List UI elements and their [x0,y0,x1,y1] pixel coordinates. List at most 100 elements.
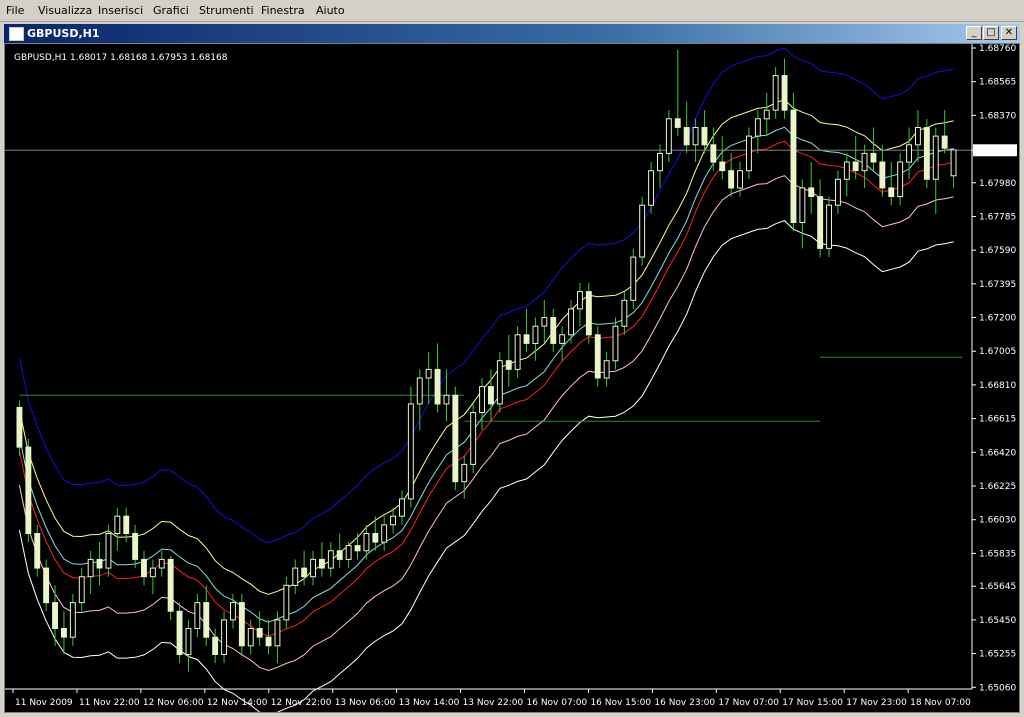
candle-body [941,135,948,149]
price-tick-label: 1.68370 [979,111,1016,121]
candle-body [43,567,50,604]
candle-body [505,360,512,370]
candle-body [906,144,912,163]
candle-body [808,187,815,197]
candle-body [78,576,85,604]
time-tick-label: 16 Nov 15:00 [590,698,651,708]
candle-body [746,135,752,172]
candle-body [327,550,334,569]
candle-body [87,558,94,578]
candle-body [772,75,779,111]
candle-body [710,144,717,163]
time-tick-label: 18 Nov 07:00 [910,698,971,708]
candle-body [141,558,147,578]
price-tick-label: 1.65255 [979,650,1016,660]
candle-body [630,256,637,301]
candle-body [612,325,619,362]
candle-body [532,325,539,345]
price-tick-label: 1.66420 [979,448,1016,458]
candle-body [132,533,139,560]
candle-body [728,170,735,189]
time-tick-label: 12 Nov 14:00 [207,698,268,708]
time-tick-label: 17 Nov 15:00 [782,698,843,708]
candle-body [363,533,370,552]
candle-body [870,152,877,163]
time-tick-label: 17 Nov 07:00 [718,698,779,708]
price-tick-label: 1.68168 [979,146,1016,156]
price-tick-label: 1.67785 [979,212,1016,222]
band-cyan-line [18,126,954,623]
chart-window-icon [9,27,24,41]
time-tick-label: 12 Nov 22:00 [271,698,332,708]
menu-strumenti[interactable]: Strumenti [199,4,254,17]
candle-body [621,299,628,327]
candle-body [541,317,548,327]
candle-body [354,545,361,552]
time-tick-label: 13 Nov 22:00 [463,698,524,708]
chart-window-titlebar[interactable]: GBPUSD,H1 _ □ ✕ [4,24,1020,43]
menu-file[interactable]: File [6,4,24,17]
candle-body [16,406,23,448]
candle-body [247,628,254,647]
candle-body [149,567,156,578]
candle-body [301,567,308,578]
time-axis: 11 Nov 2009 11 Nov 22:00 12 Nov 06:00 12 No… [12,689,971,708]
chart-header-info: GBPUSD,H1 1.68017 1.68168 1.67953 1.6816… [14,53,228,63]
candle-body [585,291,592,336]
candle-body [915,127,921,146]
menu-inserisci[interactable]: Inserisci [98,4,143,17]
candle-body [310,558,317,578]
candle-body [461,463,468,483]
candle-body [372,533,379,543]
price-tick-label: 1.65060 [979,683,1016,693]
candle-body [123,515,130,535]
band-outer-bottom-line [18,220,954,712]
candle-body [25,446,32,535]
candle-body [835,178,841,206]
price-chart[interactable]: GBPUSD,H1 1.68017 1.68168 1.67953 1.6816… [5,44,1019,712]
candle-body [879,161,886,189]
time-tick-label: 13 Nov 14:00 [399,698,460,708]
candle-body [488,386,494,405]
minimize-button[interactable]: _ [966,26,982,40]
candle-body [176,610,183,655]
band-outer-top-line [18,47,954,544]
menu-aiuto[interactable]: Aiuto [316,4,345,17]
candle-body [568,308,574,336]
candle-body [790,109,797,223]
close-button[interactable]: ✕ [1001,26,1017,40]
candle-body [69,602,76,638]
candle-body [496,360,503,405]
chart-area[interactable]: GBPUSD,H1 1.68017 1.68168 1.67953 1.6816… [4,43,1020,713]
candle-body [399,498,405,517]
candle-body [523,334,530,344]
candle-body [390,515,397,526]
candle-body [665,118,672,154]
candle-body [185,628,192,655]
menu-grafici[interactable]: Grafici [153,4,189,17]
candle-body [194,602,201,629]
candle-body [407,403,414,500]
candle-body [167,558,174,612]
envelope-bands [5,47,972,712]
candle-body [843,161,850,180]
candle-body [719,161,726,172]
menu-visualizza[interactable]: Visualizza [38,4,92,17]
candle-body [559,334,566,344]
candle-body [52,602,58,629]
time-tick-label: 11 Nov 2009 [15,698,73,708]
candle-body [923,127,930,180]
candle-body [105,533,112,569]
restore-button[interactable]: □ [983,26,999,40]
price-tick-label: 1.68760 [979,44,1016,54]
menu-finestra[interactable]: Finestra [261,4,305,17]
time-tick-label: 13 Nov 06:00 [335,698,396,708]
candle-body [230,602,236,621]
price-tick-label: 1.67200 [979,314,1016,324]
menu-bar: File Visualizza Inserisci Grafici Strume… [0,0,1024,22]
candle-body [514,334,521,370]
candles [16,49,957,672]
candle-body [283,584,290,621]
price-tick-label: 1.65645 [979,582,1016,592]
candle-body [639,204,646,258]
